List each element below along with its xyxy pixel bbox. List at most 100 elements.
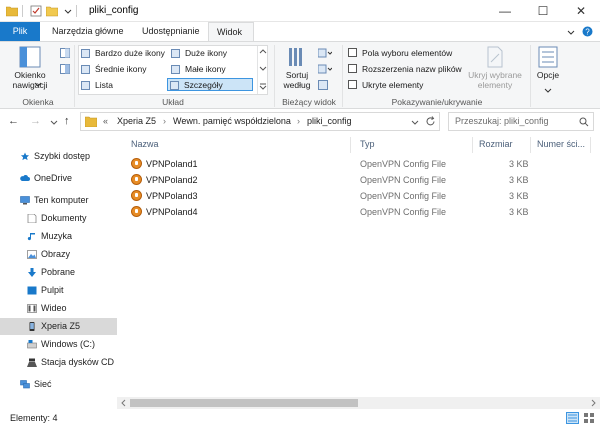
group-label-layout: Układ — [162, 97, 184, 107]
group-by-icon[interactable] — [318, 48, 332, 58]
details-pane-icon[interactable] — [60, 64, 70, 74]
breadcrumb-separator-icon[interactable]: › — [163, 116, 166, 126]
options-button[interactable]: Opcje — [534, 46, 562, 80]
layout-icon — [81, 49, 90, 58]
layout-icon — [171, 49, 180, 58]
file-row[interactable]: VPNPoland1 OpenVPN Config File 3 KB — [127, 156, 597, 172]
layout-icon — [170, 81, 179, 90]
preview-pane-icon[interactable] — [60, 48, 70, 58]
nav-item-quick-access[interactable]: Szybki dostęp — [0, 148, 117, 165]
scroll-right-icon[interactable] — [589, 399, 597, 407]
hide-selected-button[interactable]: Ukryj wybrane elementy — [466, 46, 524, 90]
file-type: OpenVPN Config File — [360, 191, 447, 201]
large-icons-view-icon[interactable] — [583, 412, 595, 424]
nav-item-xperia-z5[interactable]: Xperia Z5 — [0, 318, 117, 335]
checkbox[interactable] — [348, 48, 357, 57]
add-columns-icon[interactable] — [318, 64, 332, 74]
column-header-name[interactable]: Nazwa — [131, 139, 159, 149]
chevron-down-icon[interactable] — [62, 5, 74, 17]
file-row[interactable]: VPNPoland3 OpenVPN Config File 3 KB — [127, 188, 597, 204]
file-type: OpenVPN Config File — [360, 159, 447, 169]
up-arrow-icon[interactable]: ↑ — [64, 115, 70, 127]
chevron-up-icon[interactable] — [259, 48, 267, 56]
tab-file[interactable]: Plik — [0, 22, 40, 41]
forward-arrow-icon[interactable]: → — [30, 115, 41, 127]
pictures-icon — [27, 250, 37, 259]
divider — [74, 45, 75, 107]
options-icon — [538, 46, 558, 68]
column-divider[interactable] — [350, 137, 351, 153]
search-input[interactable]: Przeszukaj: pliki_config — [448, 112, 594, 131]
nav-item-documents[interactable]: Dokumenty — [0, 210, 117, 227]
nav-item-this-pc[interactable]: Ten komputer — [0, 192, 117, 209]
column-header-type[interactable]: Typ — [360, 139, 375, 149]
chevron-down-icon[interactable] — [34, 80, 42, 88]
layout-small-icons[interactable]: Małe ikony — [169, 63, 226, 76]
column-header-track-number[interactable]: Numer ści... — [537, 139, 589, 149]
nav-item-music[interactable]: Muzyka — [0, 228, 117, 245]
details-view-icon[interactable] — [566, 412, 579, 424]
more-icon[interactable] — [259, 82, 267, 90]
tab-view[interactable]: Widok — [208, 22, 254, 41]
file-row[interactable]: VPNPoland2 OpenVPN Config File 3 KB — [127, 172, 597, 188]
divider — [22, 5, 23, 17]
nav-item-onedrive[interactable]: OneDrive — [0, 170, 117, 187]
breadcrumb-overflow[interactable]: « — [103, 116, 108, 126]
nav-item-desktop[interactable]: Pulpit — [0, 282, 117, 299]
chevron-down-icon[interactable] — [566, 27, 576, 37]
layout-icon — [81, 81, 90, 90]
nav-item-network[interactable]: Sieć — [0, 376, 117, 393]
minimize-button[interactable]: — — [486, 0, 524, 22]
breadcrumb-item[interactable]: Wewn. pamięć współdzielona — [173, 116, 291, 126]
breadcrumb-item[interactable]: Xperia Z5 — [117, 116, 156, 126]
item-checkboxes-toggle[interactable]: Pola wyboru elementów — [348, 47, 452, 59]
sort-by-button[interactable]: Sortuj według — [280, 46, 314, 90]
maximize-button[interactable]: ☐ — [524, 0, 562, 22]
breadcrumb-separator-icon[interactable]: › — [297, 116, 300, 126]
nav-item-videos[interactable]: Wideo — [0, 300, 117, 317]
nav-item-downloads[interactable]: Pobrane — [0, 264, 117, 281]
hide-selected-icon — [487, 46, 503, 68]
size-columns-icon[interactable] — [318, 80, 328, 90]
layout-large-icons[interactable]: Duże ikony — [169, 47, 227, 60]
chevron-down-icon[interactable] — [259, 64, 267, 72]
search-placeholder: Przeszukaj: pliki_config — [455, 116, 549, 126]
horizontal-scrollbar[interactable] — [117, 397, 600, 409]
close-button[interactable]: ✕ — [562, 0, 600, 22]
file-extensions-toggle[interactable]: Rozszerzenia nazw plików — [348, 63, 462, 75]
chevron-down-icon[interactable] — [50, 118, 58, 126]
column-header-size[interactable]: Rozmiar — [479, 139, 513, 149]
cd-drive-icon — [27, 358, 37, 367]
layout-extra-large-icons[interactable]: Bardzo duże ikony — [79, 47, 165, 60]
search-icon[interactable] — [579, 117, 589, 127]
layout-medium-icons[interactable]: Średnie ikony — [79, 63, 147, 76]
address-bar[interactable]: « Xperia Z5 › Wewn. pamięć współdzielona… — [80, 112, 440, 131]
back-arrow-icon[interactable]: ← — [8, 115, 19, 127]
new-folder-icon[interactable] — [46, 5, 58, 17]
file-row[interactable]: VPNPoland4 OpenVPN Config File 3 KB — [127, 204, 597, 220]
chevron-down-icon[interactable] — [411, 118, 419, 126]
scrollbar-thumb[interactable] — [130, 399, 358, 407]
breadcrumb-item[interactable]: pliki_config — [307, 116, 352, 126]
nav-pane-button[interactable]: Okienko nawigacji — [4, 46, 56, 90]
tab-home[interactable]: Narzędzia główne — [44, 22, 132, 41]
hidden-items-toggle[interactable]: Ukryte elementy — [348, 79, 423, 91]
nav-item-cd-drive[interactable]: Stacja dysków CD (E — [0, 354, 117, 371]
checkbox[interactable] — [348, 64, 357, 73]
column-divider[interactable] — [472, 137, 473, 153]
column-divider[interactable] — [590, 137, 591, 153]
scroll-left-icon[interactable] — [120, 399, 128, 407]
properties-icon[interactable] — [30, 5, 42, 17]
column-divider[interactable] — [530, 137, 531, 153]
tab-share[interactable]: Udostępnianie — [134, 22, 208, 41]
layout-list[interactable]: Lista — [79, 79, 113, 92]
gallery-scroll[interactable] — [257, 46, 267, 94]
checkbox[interactable] — [348, 80, 357, 89]
chevron-down-icon[interactable] — [544, 86, 552, 94]
nav-item-pictures[interactable]: Obrazy — [0, 246, 117, 263]
help-icon[interactable]: ? — [582, 26, 593, 37]
layout-details[interactable]: Szczegóły — [167, 78, 253, 91]
nav-item-windows-c[interactable]: Windows (C:) — [0, 336, 117, 353]
refresh-icon[interactable] — [425, 116, 436, 127]
window-title: pliki_config — [89, 5, 139, 16]
